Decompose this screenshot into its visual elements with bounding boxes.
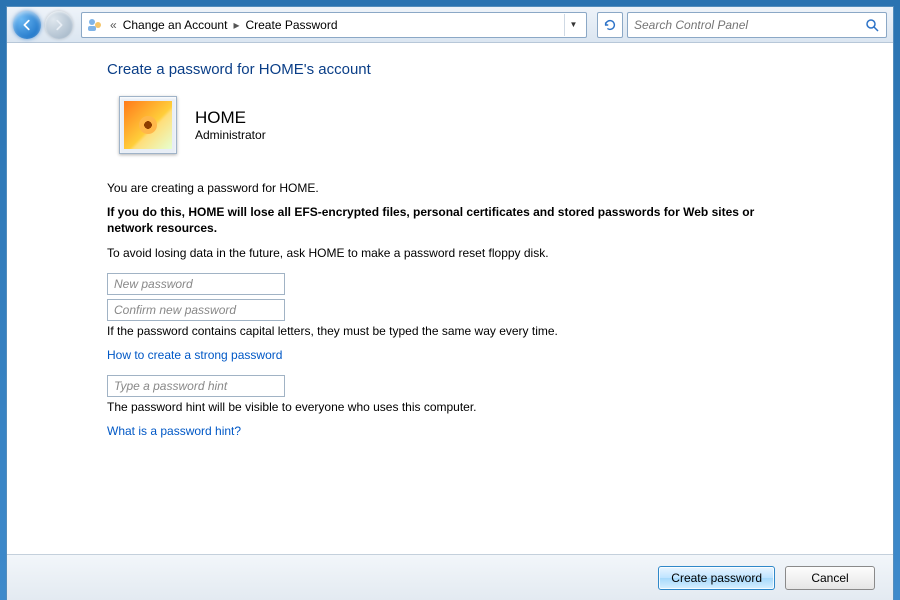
intro-text: You are creating a password for HOME. <box>107 180 787 196</box>
back-button[interactable] <box>13 11 41 39</box>
search-icon <box>864 17 880 33</box>
create-password-button[interactable]: Create password <box>658 566 775 590</box>
content-pane: Create a password for HOME's account HOM… <box>7 43 893 552</box>
breadcrumb: « Change an Account ▸ Create Password <box>110 18 558 32</box>
breadcrumb-seg-1[interactable]: Change an Account <box>123 18 228 32</box>
warning-text: If you do this, HOME will lose all EFS-e… <box>107 204 787 236</box>
search-box[interactable] <box>627 12 887 38</box>
arrow-right-icon <box>52 18 66 32</box>
refresh-icon <box>603 18 617 32</box>
account-role: Administrator <box>195 128 266 142</box>
breadcrumb-seg-2[interactable]: Create Password <box>245 18 337 32</box>
page-title: Create a password for HOME's account <box>107 61 873 78</box>
chevron-double-left-icon: « <box>110 18 117 32</box>
chevron-down-icon: ▼ <box>570 20 578 29</box>
user-block: HOME Administrator <box>119 96 873 154</box>
search-input[interactable] <box>634 18 864 32</box>
password-hint-link[interactable]: What is a password hint? <box>107 424 241 438</box>
confirm-password-input[interactable]: Confirm new password <box>107 299 285 321</box>
button-bar: Create password Cancel <box>7 554 893 600</box>
address-bar[interactable]: « Change an Account ▸ Create Password ▼ <box>81 12 587 38</box>
control-panel-window: « Change an Account ▸ Create Password ▼ … <box>6 6 894 600</box>
user-accounts-icon <box>86 16 104 34</box>
hint-note: The password hint will be visible to eve… <box>107 399 787 415</box>
strong-password-link[interactable]: How to create a strong password <box>107 348 282 362</box>
floppy-text: To avoid losing data in the future, ask … <box>107 245 787 261</box>
cancel-button[interactable]: Cancel <box>785 566 875 590</box>
address-dropdown[interactable]: ▼ <box>564 14 582 36</box>
chevron-right-icon: ▸ <box>233 18 239 32</box>
forward-button <box>45 11 73 39</box>
nav-bar: « Change an Account ▸ Create Password ▼ <box>7 7 893 43</box>
arrow-left-icon <box>20 18 34 32</box>
password-hint-input[interactable]: Type a password hint <box>107 375 285 397</box>
refresh-button[interactable] <box>597 12 623 38</box>
caps-note: If the password contains capital letters… <box>107 323 787 339</box>
avatar <box>119 96 177 154</box>
account-name: HOME <box>195 108 266 128</box>
new-password-input[interactable]: New password <box>107 273 285 295</box>
avatar-image <box>124 101 172 149</box>
